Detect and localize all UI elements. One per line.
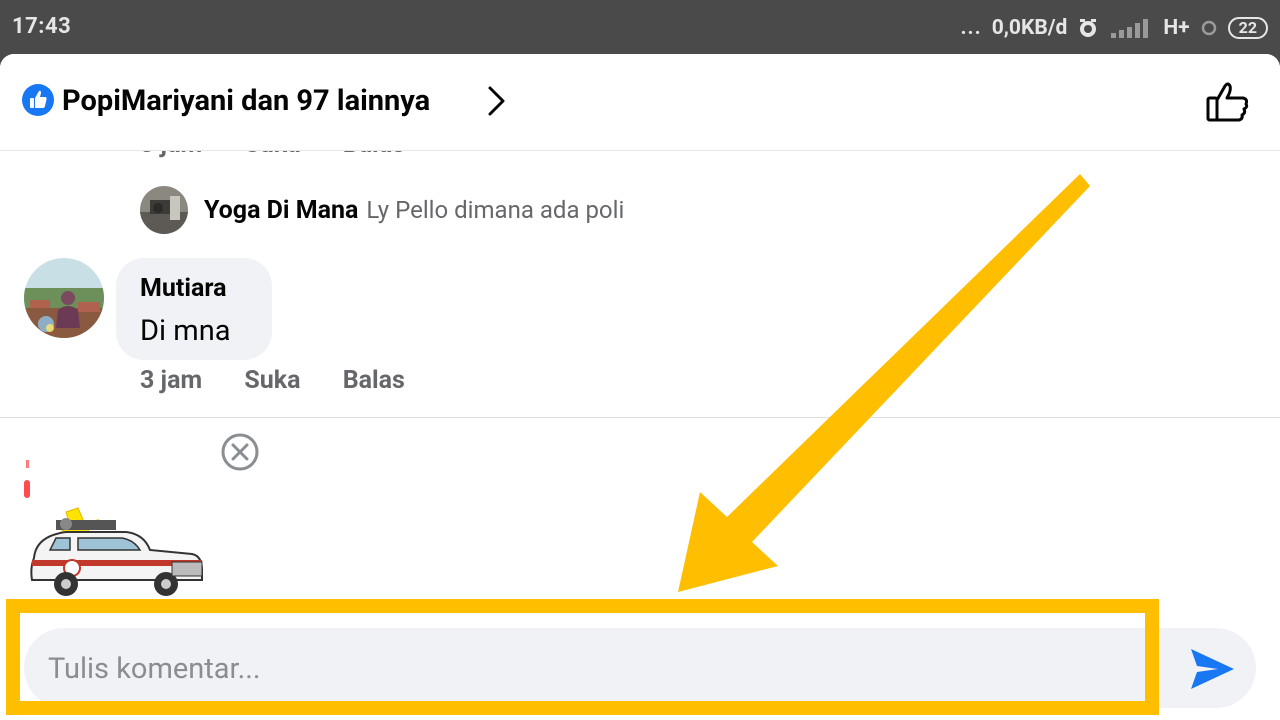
avatar[interactable] [24, 258, 104, 338]
status-dots: ... [960, 16, 982, 40]
comments-sheet: 3 jam Suka Balas Yoga Di Mana Ly Pello d… [0, 54, 1280, 720]
reactions-header[interactable]: PopiMariyani dan 97 lainnya [0, 54, 1280, 151]
reply-link[interactable]: Balas [343, 366, 405, 395]
comment-bubble[interactable]: Mutiara Di mna [116, 258, 272, 360]
comment-meta: 3 jam Suka Balas [140, 366, 441, 395]
comment-time: 3 jam [140, 366, 203, 395]
reply-author[interactable]: Yoga Di Mana [204, 196, 358, 225]
data-rate: 0,0KB/d [991, 16, 1068, 40]
avatar[interactable] [140, 186, 188, 234]
reply-row[interactable]: Yoga Di Mana Ly Pello dimana ada poli [140, 186, 624, 234]
status-indicators: ... 0,0KB/d H+ 22 [960, 14, 1268, 42]
chevron-right-icon[interactable] [484, 84, 510, 118]
comment-input[interactable] [46, 628, 1170, 710]
like-thumb-badge-icon [22, 84, 54, 116]
reply-text: Ly Pello dimana ada poli [366, 196, 625, 224]
comment-text: Di mna [140, 314, 231, 348]
close-circle-icon[interactable] [220, 432, 260, 472]
ghostbusters-car-sticker[interactable] [26, 498, 206, 602]
comment-composer[interactable] [24, 628, 1256, 710]
status-time: 17:43 [12, 14, 72, 39]
thumbs-up-outline-icon[interactable] [1204, 78, 1252, 126]
signal-icon [1111, 19, 1149, 38]
status-bar: 17:43 ... 0,0KB/d H+ 22 [0, 0, 1280, 54]
send-icon[interactable] [1188, 646, 1236, 692]
alarm-icon [1080, 19, 1097, 37]
sync-icon [1201, 20, 1216, 36]
comment-author[interactable]: Mutiara [140, 274, 226, 303]
sticker-fragment [24, 460, 30, 498]
like-link[interactable]: Suka [244, 366, 300, 395]
reactions-summary[interactable]: PopiMariyani dan 97 lainnya [62, 84, 430, 118]
divider [0, 417, 1280, 418]
network-type: H+ [1163, 16, 1190, 40]
battery-indicator: 22 [1227, 17, 1268, 39]
